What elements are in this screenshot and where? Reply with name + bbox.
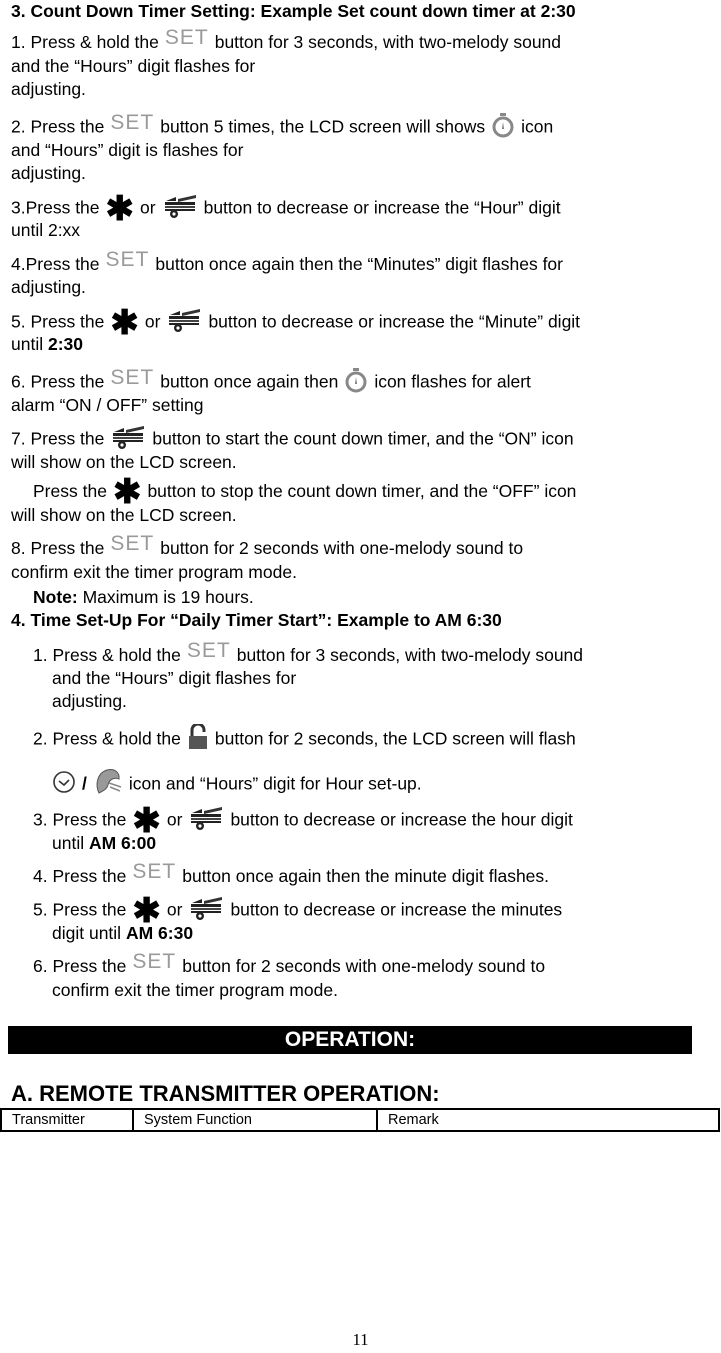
- s3-step6-line2: alarm “ON / OFF” setting: [11, 395, 204, 415]
- car-button-icon: [188, 805, 224, 831]
- table-header-row: Transmitter System Function Remark: [0, 1108, 720, 1132]
- s3-step4-line1: 4.Press the SET button once again then the…: [11, 248, 563, 274]
- s4-step1-line2: and the “Hours” digit flashes for: [52, 668, 297, 688]
- s4-step2-line2: / icon and “Hours” digit for Hour set-up.: [52, 770, 422, 800]
- s4-step1-line3: adjusting.: [52, 691, 127, 711]
- s3-step2-line1: 2. Press the SET button 5 times, the LCD s…: [11, 111, 554, 138]
- operation-banner: OPERATION:: [8, 1026, 692, 1054]
- lock-button-icon: [187, 724, 209, 750]
- set-button-icon: SET: [164, 26, 209, 50]
- s3-step5-line1: 5. Press the ✱ or button to decrease or inc…: [11, 304, 581, 342]
- car-button-icon: [162, 193, 198, 219]
- s3-step2-line2: and “Hours” digit is flashes for: [11, 140, 244, 160]
- s3-step8-line2: confirm exit the timer program mode.: [11, 562, 297, 582]
- page-number: 11: [352, 1330, 369, 1349]
- section-4-heading: 4. Time Set-Up For “Daily Timer Start”: …: [11, 610, 502, 630]
- set-button-icon: SET: [105, 248, 150, 272]
- asterisk-button-icon: ✱: [132, 802, 161, 840]
- asterisk-button-icon: ✱: [105, 190, 135, 228]
- s4-step3-line1: 3. Press the ✱ or button to decrease or inc…: [33, 802, 573, 840]
- car-button-icon: [166, 307, 202, 333]
- s3-step8-line1: 8. Press the SET button for 2 seconds with…: [11, 532, 524, 558]
- set-button-icon: SET: [110, 366, 155, 389]
- s3-step7-line2: will show on the LCD screen.: [11, 452, 237, 472]
- s4-step1-line1: 1. Press & hold the SET button for 3 secon…: [33, 639, 584, 665]
- asterisk-button-icon: ✱: [112, 473, 142, 512]
- s4-step4-line1: 4. Press the SET button once again then th…: [33, 860, 550, 886]
- s3-step1-line1: 1. Press & hold the SET button for 3 secon…: [11, 26, 562, 52]
- s3-step5-line2: until 2:30: [11, 334, 84, 354]
- clock-icon: [52, 770, 76, 794]
- s4-step2-line1: 2. Press & hold the button for 2 seconds,…: [33, 727, 576, 753]
- table-header-cell: Remark: [376, 1108, 720, 1132]
- s3-step1-line3: adjusting.: [11, 79, 86, 99]
- s4-step5-line2: digit until AM 6:30: [52, 923, 194, 943]
- remote-transmitter-heading: A. REMOTE TRANSMITTER OPERATION:: [11, 1081, 440, 1106]
- s3-step3-line2: until 2:xx: [11, 220, 81, 240]
- table-header-cell: Transmitter: [0, 1108, 134, 1132]
- asterisk-button-icon: ✱: [110, 304, 139, 342]
- s3-step7b-line2: will show on the LCD screen.: [11, 505, 237, 525]
- set-button-icon: SET: [110, 111, 155, 134]
- s3-step7-line1: 7. Press the button to start the count do…: [11, 427, 574, 453]
- s3-step2-line3: adjusting.: [11, 163, 86, 183]
- s3-step1-line2: and the “Hours” digit flashes for: [11, 56, 256, 76]
- s4-step6-line2: confirm exit the timer program mode.: [52, 980, 338, 1000]
- stopwatch-icon: [491, 112, 515, 138]
- s4-step5-line1: 5. Press the ✱ or button to decrease or inc…: [33, 892, 563, 930]
- face-icon: [93, 767, 123, 797]
- s3-step7b-line1: Press the ✱ button to stop the count down …: [33, 473, 577, 512]
- set-button-icon: SET: [186, 639, 231, 663]
- table-header-cell: System Function: [132, 1108, 378, 1132]
- s3-step6-line1: 6. Press the SET button once again then ico…: [11, 366, 531, 393]
- s3-step4-line2: adjusting.: [11, 277, 86, 297]
- set-button-icon: SET: [132, 950, 177, 974]
- s4-step6-line1: 6. Press the SET button for 2 seconds with…: [33, 950, 546, 976]
- section-3-heading: 3. Count Down Timer Setting: Example Set…: [11, 1, 576, 21]
- set-button-icon: SET: [110, 532, 155, 556]
- note: Note: Maximum is 19 hours.: [33, 587, 254, 607]
- asterisk-button-icon: ✱: [132, 892, 161, 930]
- s3-step3-line1: 3.Press the ✱ or button to decrease or incr…: [11, 190, 561, 228]
- car-button-icon: [188, 895, 224, 921]
- stopwatch-icon: [344, 367, 368, 393]
- s4-step3-line2: until AM 6:00: [52, 833, 157, 853]
- set-button-icon: SET: [132, 860, 177, 884]
- transmitter-table: Transmitter System Function Remark: [0, 1108, 720, 1132]
- car-button-icon: [110, 424, 146, 450]
